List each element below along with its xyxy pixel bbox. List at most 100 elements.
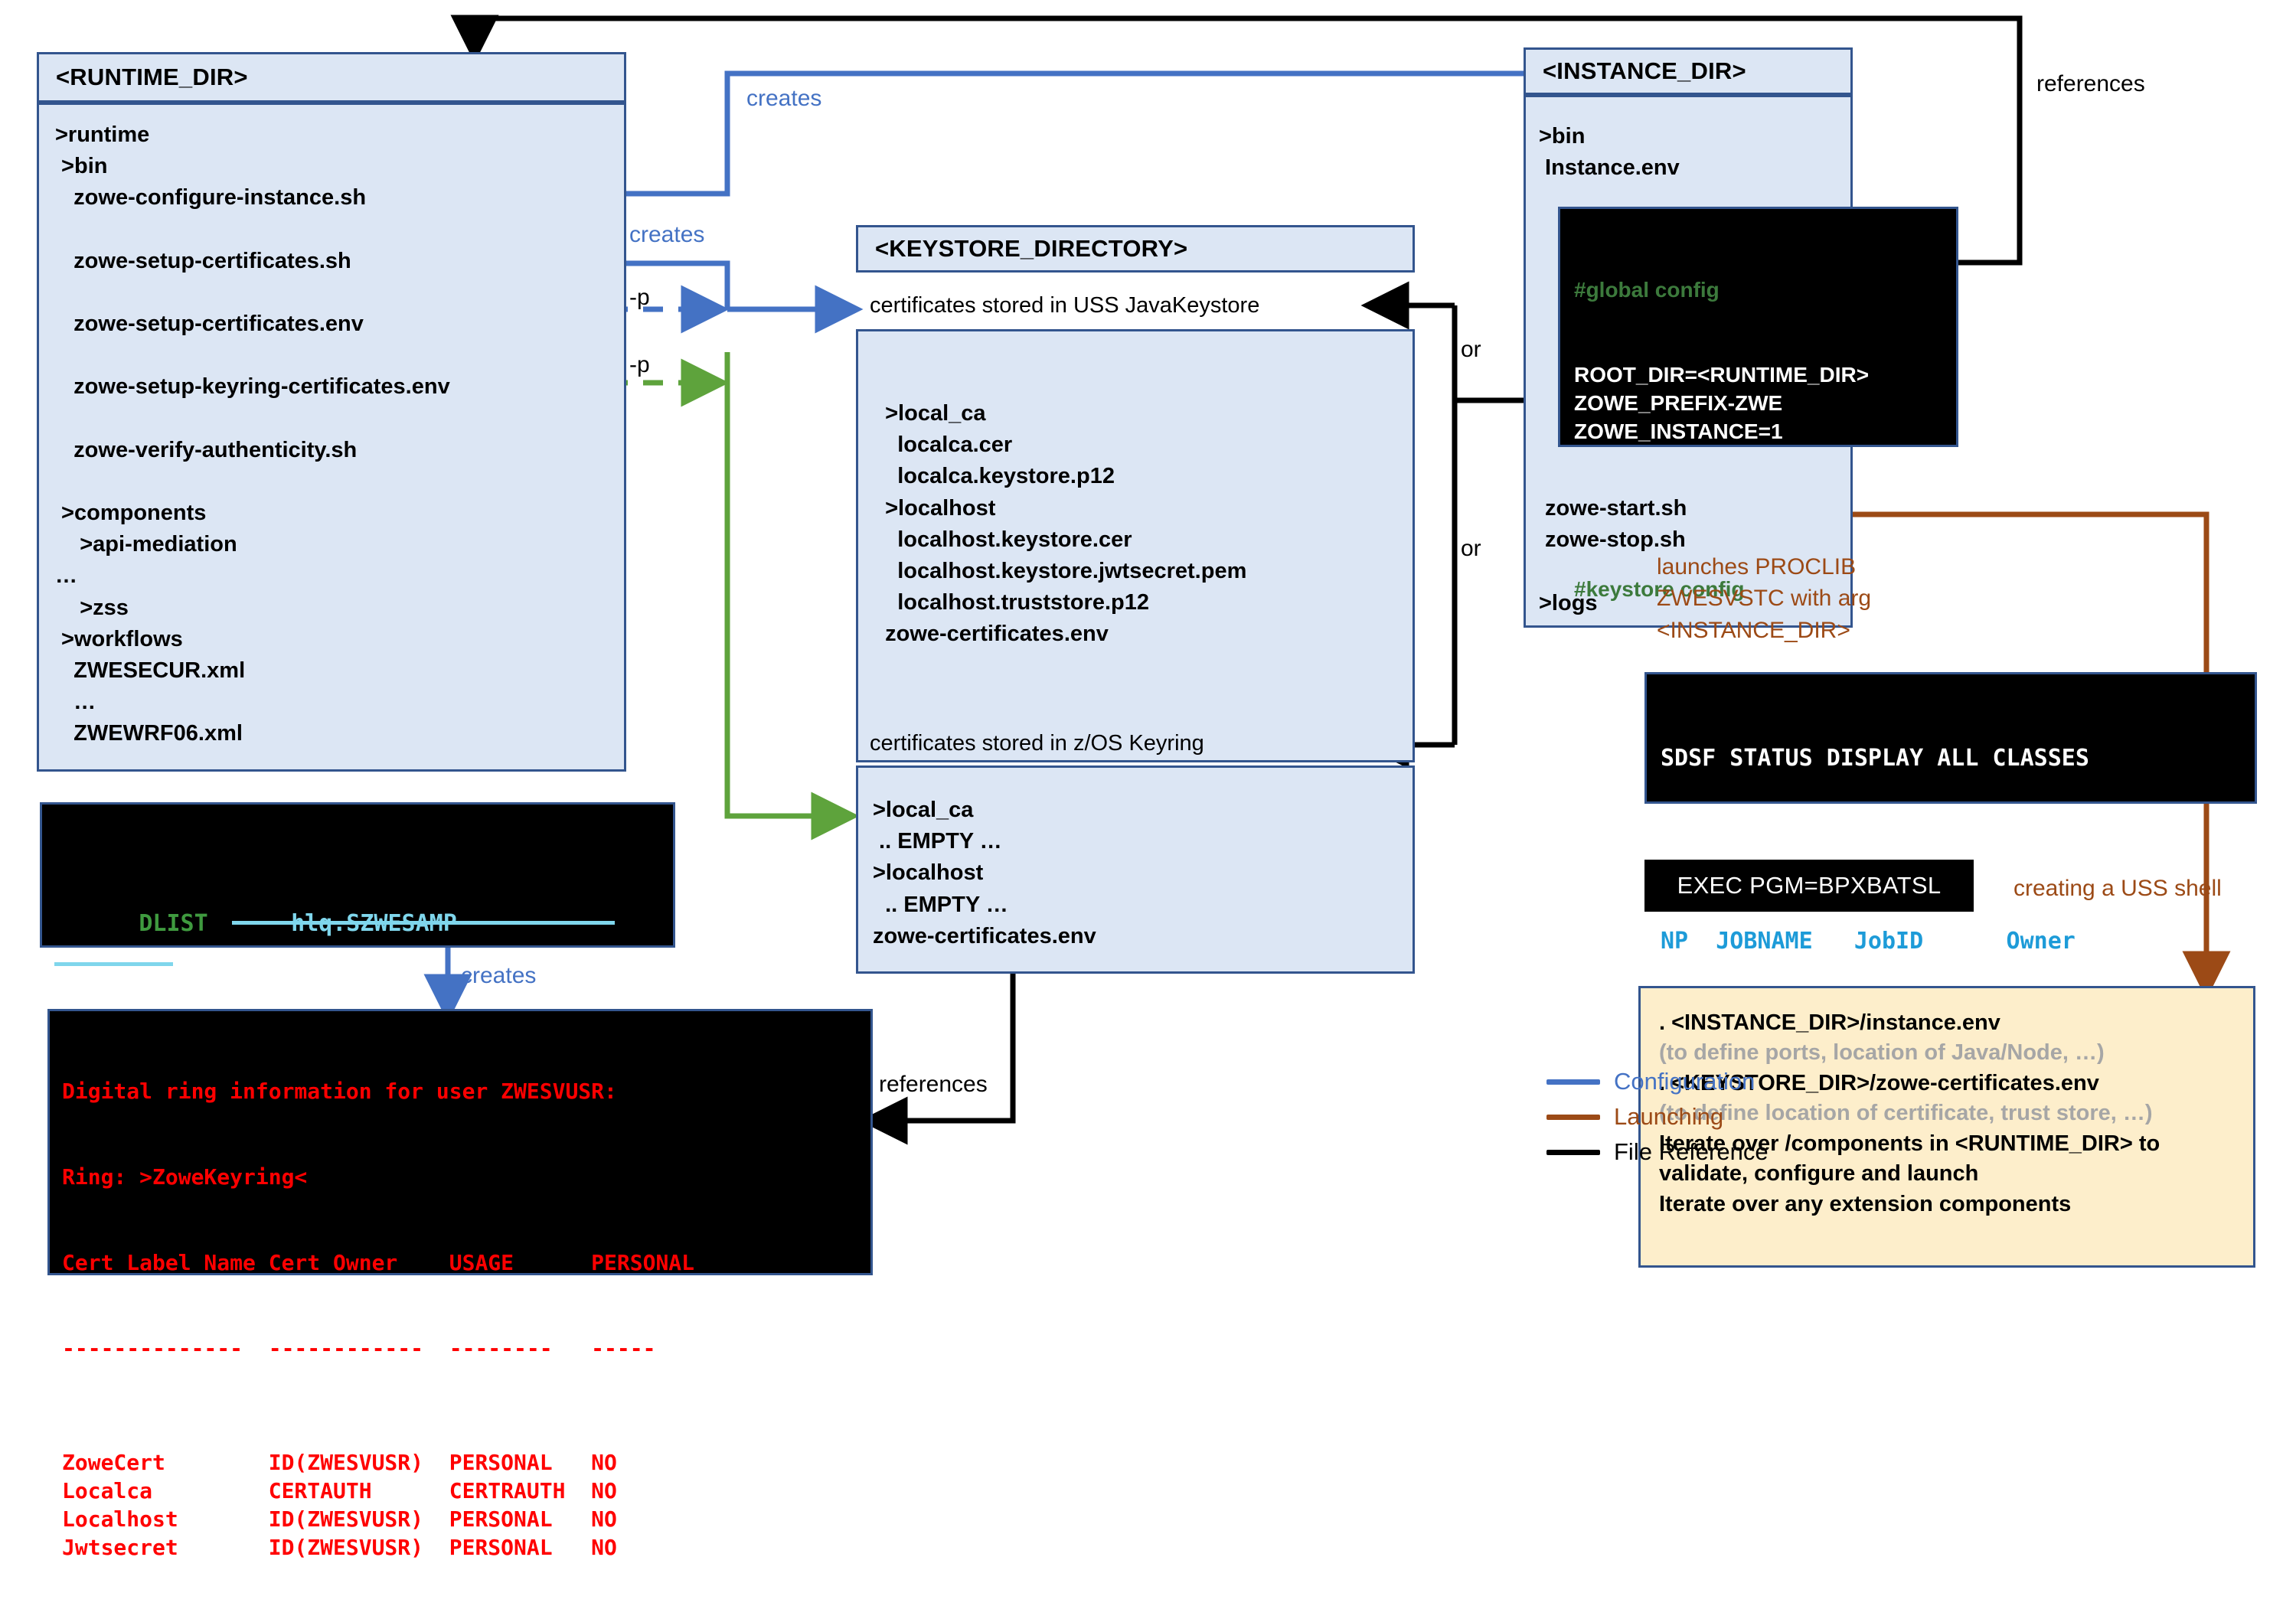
tree-line: .. EMPTY … xyxy=(873,829,1002,854)
zos-keyring-caption: certificates stored in z/OS Keyring xyxy=(870,731,1204,756)
legend-label: Configuration xyxy=(1614,1068,1755,1095)
ring-line-1: Digital ring information for user ZWESVU… xyxy=(62,1079,617,1105)
tree-line: >local_ca xyxy=(873,798,974,822)
sdsf-line-1: SDSF STATUS DISPLAY ALL CLASSES xyxy=(1661,744,2089,772)
tree-line: zowe-certificates.env xyxy=(873,923,1096,948)
tree-line: zowe-configure-instance.sh xyxy=(55,185,367,211)
tree-line: localhost.keystore.cer xyxy=(873,527,1132,552)
tree-line: ZWESECUR.xml xyxy=(55,658,246,683)
ring-table-row: Localca CERTAUTH CERTRAUTH NO xyxy=(62,1477,695,1503)
tree-line: … xyxy=(55,690,96,715)
ring-line-2: Ring: >ZoweKeyring< xyxy=(62,1164,308,1190)
creates-ring-label: creates xyxy=(461,963,537,988)
ring-spacer xyxy=(62,1419,870,1448)
ring-info-panel: Digital ring information for user ZWESVU… xyxy=(47,1009,873,1560)
tree-line: >zss xyxy=(55,595,129,620)
runtime-dir-header: <RUNTIME_DIR> xyxy=(37,52,626,103)
legend-label: File Reference xyxy=(1614,1138,1769,1165)
ring-table-rule: -------------- ------------ -------- ---… xyxy=(62,1335,695,1361)
env-line: ROOT_DIR=<RUNTIME_DIR> xyxy=(1574,362,1870,387)
sdsf-panel: SDSF STATUS DISPLAY ALL CLASSES COMMAND … xyxy=(1644,672,2257,1046)
tree-line xyxy=(55,403,614,435)
tree-line: .. EMPTY … xyxy=(873,892,1008,917)
instance-dir-title: <INSTANCE_DIR> xyxy=(1543,57,1746,84)
ring-table-row: ZoweCert ID(ZWESVUSR) PERSONAL NO xyxy=(62,1449,695,1475)
or-top-label: or xyxy=(1461,337,1481,362)
diagram-canvas: <RUNTIME_DIR> >runtime >bin zowe-configu… xyxy=(0,0,2296,1560)
zos-keyring-tree: >local_ca .. EMPTY … >localhost .. EMPTY … xyxy=(873,795,1096,952)
tree-line: >components xyxy=(55,501,207,526)
sdsf-headers: NP JOBNAME JobID Owner xyxy=(1661,928,2145,955)
tree-line xyxy=(55,340,614,371)
instance-dir-top-tree: >bin Instance.env xyxy=(1539,121,1680,184)
creates-instance-label: creates xyxy=(746,86,822,111)
tree-line: zowe-verify-authenticity.sh xyxy=(55,437,358,462)
tree-line xyxy=(55,277,614,308)
wire-keyring-references xyxy=(859,972,1016,1145)
env-global-lines: ROOT_DIR=<RUNTIME_DIR> ZOWE_PREFIX-ZWE ZOW… xyxy=(1574,361,1956,446)
exec-pgm-label: EXEC PGM=BPXBATSL xyxy=(1677,872,1942,899)
dlist-input-underline-1 xyxy=(232,921,615,925)
tree-line: localca.keystore.p12 xyxy=(873,464,1115,489)
ring-table-rows: ZoweCert ID(ZWESVUSR) PERSONAL NO Localc… xyxy=(62,1419,870,1562)
env-line: ZOWE_PREFIX-ZWE xyxy=(1574,390,1783,415)
tree-line: >localhost xyxy=(873,495,996,521)
runtime-dir-title: <RUNTIME_DIR> xyxy=(56,64,248,90)
tree-line: >local_ca xyxy=(873,401,986,426)
tree-line: ZWEWRF06.xml xyxy=(55,721,243,746)
keystore-dir-title: <KEYSTORE_DIRECTORY> xyxy=(875,235,1188,262)
launches-proclib-line: <INSTANCE_DIR> xyxy=(1657,617,1850,643)
legend-item: Launching xyxy=(1546,1099,1769,1134)
launches-proclib-label: launches PROCLIB ZWESVSTC with arg <INSTAN… xyxy=(1657,551,1871,646)
tree-line: >api-mediation xyxy=(55,532,237,557)
tree-line: >runtime xyxy=(55,122,150,147)
tree-line: zowe-setup-keyring-certificates.env xyxy=(55,374,450,400)
tree-line: zowe-setup-certificates.env xyxy=(55,312,364,337)
launches-proclib-line: launches PROCLIB xyxy=(1657,554,1857,579)
legend-label: Launching xyxy=(1614,1103,1724,1130)
tree-line: >bin xyxy=(1539,124,1586,149)
legend-item: File Reference xyxy=(1546,1134,1769,1170)
tree-line xyxy=(55,214,614,246)
tree-line: zowe-setup-certificates.sh xyxy=(55,248,351,273)
creates-keystore-label: creates xyxy=(629,222,705,247)
legend: Configuration Launching File Reference xyxy=(1546,1064,1769,1170)
legend-item: Configuration xyxy=(1546,1064,1769,1099)
ring-table-row: Localhost ID(ZWESVUSR) PERSONAL NO xyxy=(62,1506,695,1532)
runtime-dir-tree: >runtime >bin zowe-configure-instance.sh… xyxy=(55,119,614,749)
tree-line: >localhost xyxy=(873,860,984,886)
tree-line xyxy=(55,466,614,498)
exec-pgm-box: EXEC PGM=BPXBATSL xyxy=(1644,860,1974,912)
tree-line: >workflows xyxy=(55,626,183,651)
dlist-command-name: DLIST xyxy=(139,910,208,938)
legend-color-swatch xyxy=(1546,1079,1600,1085)
startup-note-line: Iterate over any extension components xyxy=(1659,1191,2072,1216)
dlist-input-underline-2 xyxy=(54,962,173,966)
references-top-label: references xyxy=(2036,71,2145,96)
tree-line: Instance.env xyxy=(1539,155,1680,181)
uss-keystore-caption: certificates stored in USS JavaKeystore xyxy=(870,293,1260,318)
tree-line: >bin xyxy=(55,154,108,179)
legend-color-swatch xyxy=(1546,1114,1600,1120)
keystore-dir-header: <KEYSTORE_DIRECTORY> xyxy=(856,225,1415,273)
ring-table-headers: Cert Label Name Cert Owner USAGE PERSONA… xyxy=(62,1249,695,1275)
tree-line: localhost.keystore.jwtsecret.pem xyxy=(873,558,1247,583)
tree-line: … xyxy=(55,563,77,589)
dash-p-green-label: -p xyxy=(629,352,650,377)
dlist-panel: DLIST hlq.SZWESAMP Command =➜ ZWEKRING xyxy=(40,802,675,1249)
startup-note-line: . <INSTANCE_DIR>/instance.env xyxy=(1659,1010,2000,1035)
ring-table-row: Jwtsecret ID(ZWESVUSR) PERSONAL NO xyxy=(62,1535,695,1561)
tree-line: localca.cer xyxy=(873,432,1013,458)
tree-line: zowe-certificates.env xyxy=(873,622,1109,647)
references-bottom-label: references xyxy=(879,1072,988,1097)
creating-uss-shell-label: creating a USS shell xyxy=(2013,876,2222,901)
dash-p-blue-label: -p xyxy=(629,285,650,310)
instance-dir-header: <INSTANCE_DIR> xyxy=(1524,47,1853,95)
env-global-comment: #global config xyxy=(1574,277,1720,302)
env-line: ZOWE_INSTANCE=1 xyxy=(1574,419,1783,443)
tree-line: localhost.truststore.p12 xyxy=(873,590,1149,615)
instance-env-preview: #global config ROOT_DIR=<RUNTIME_DIR> ZOW… xyxy=(1558,207,1958,686)
uss-keystore-tree: >local_ca localca.cer localca.keystore.p… xyxy=(873,398,1246,650)
launches-proclib-line: ZWESVSTC with arg xyxy=(1657,586,1872,612)
or-bottom-label: or xyxy=(1461,536,1481,561)
